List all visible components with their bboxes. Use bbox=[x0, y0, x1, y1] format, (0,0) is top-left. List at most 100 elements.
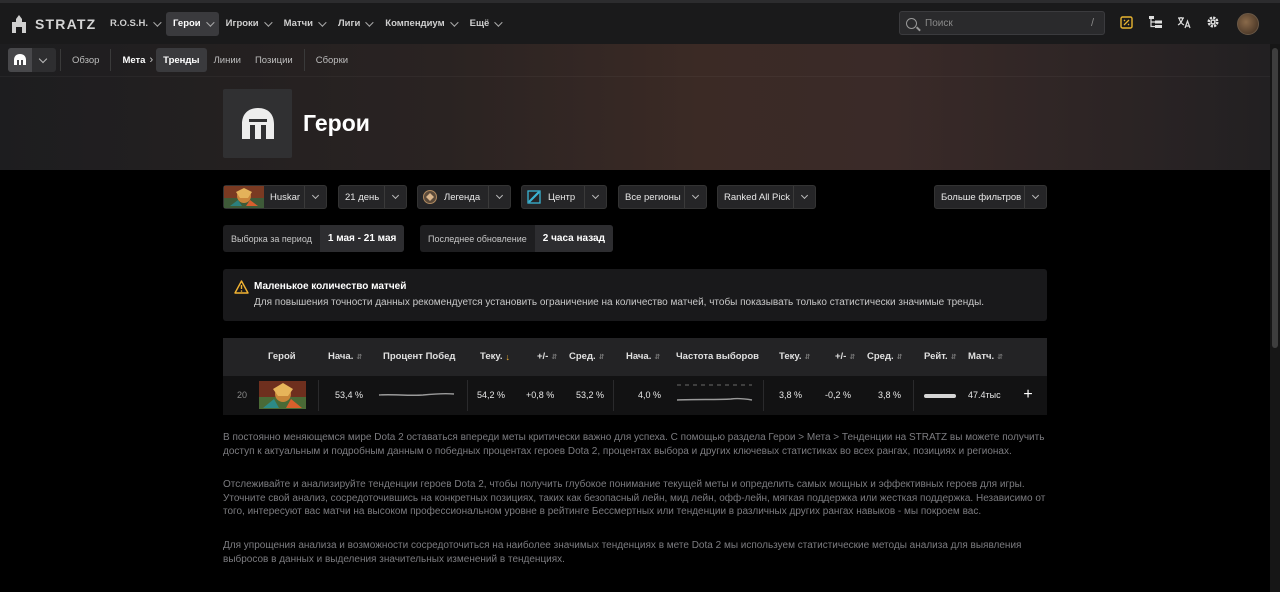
hero-switcher[interactable] bbox=[8, 48, 56, 72]
dota-plus-icon[interactable] bbox=[1118, 14, 1134, 30]
nav-item-more[interactable]: Ещё bbox=[463, 12, 508, 36]
col-delta-win[interactable]: +/- ⇵ bbox=[537, 351, 557, 362]
region-filter-label: Все регионы bbox=[625, 191, 681, 203]
col-avg-pick[interactable]: Сред. ⇵ bbox=[867, 351, 903, 362]
col-label: Сред. bbox=[569, 351, 596, 362]
table-header: Герой Нача. ⇵ Процент Побед Теку. ↓ +/- ⇵ С… bbox=[223, 338, 1047, 376]
chevron-down-icon bbox=[684, 186, 706, 208]
tab-builds[interactable]: Сборки bbox=[309, 48, 355, 72]
chevron-down-icon bbox=[449, 17, 459, 27]
sub-nav: Обзор Мета › Тренды Линии Позиции Сборки bbox=[0, 44, 1270, 77]
plus-icon[interactable]: + bbox=[1018, 385, 1038, 405]
col-label: Сред. bbox=[867, 351, 894, 362]
nav-item-leagues[interactable]: Лиги bbox=[331, 12, 378, 36]
rating-bar bbox=[924, 394, 956, 398]
hero-filter-label: Huskar bbox=[270, 191, 301, 203]
search-box[interactable]: / bbox=[899, 11, 1105, 35]
rank-filter[interactable]: Легенда bbox=[417, 185, 511, 209]
divider bbox=[913, 380, 914, 411]
tab-lanes[interactable]: Линии bbox=[207, 48, 248, 72]
low-matches-warning: Маленькое количество матчей Для повышени… bbox=[223, 269, 1047, 321]
col-current-win[interactable]: Теку. ↓ bbox=[480, 351, 510, 362]
nav-item-compendium[interactable]: Компендиум bbox=[378, 12, 462, 36]
chevron-down-icon bbox=[793, 186, 815, 208]
hierarchy-icon[interactable] bbox=[1147, 14, 1163, 30]
hero-filter[interactable]: Huskar bbox=[223, 185, 327, 209]
avatar[interactable] bbox=[1237, 13, 1259, 35]
tab-trends[interactable]: Тренды bbox=[156, 48, 207, 72]
chevron-down-icon bbox=[584, 186, 606, 208]
cell-delta-win: +0,8 % bbox=[526, 390, 555, 400]
col-label: Матч. bbox=[968, 351, 995, 362]
page-header: Герои bbox=[223, 89, 370, 158]
stratz-logo[interactable]: STRATZ bbox=[10, 14, 98, 34]
col-label: Герой bbox=[268, 351, 296, 362]
nav-item-label: Игроки bbox=[225, 18, 259, 29]
cell-matches: 47.4тыс bbox=[968, 390, 1001, 400]
chevron-down-icon bbox=[1024, 186, 1046, 208]
rank-filter-label: Легенда bbox=[444, 191, 481, 203]
more-filters-button[interactable]: Больше фильтров bbox=[934, 185, 1047, 209]
divider bbox=[467, 380, 468, 411]
chevron-right-icon: › bbox=[149, 54, 154, 66]
col-matches[interactable]: Матч. ⇵ bbox=[968, 351, 1003, 362]
sort-icon: ⇵ bbox=[804, 353, 811, 361]
tab-meta[interactable]: Мета bbox=[115, 48, 152, 72]
huskar-portrait-icon bbox=[224, 186, 264, 208]
position-filter[interactable]: Центр bbox=[521, 185, 607, 209]
chevron-down-icon bbox=[38, 54, 48, 63]
col-pick-group: Частота выборов bbox=[676, 351, 759, 362]
period-label: Выборка за период bbox=[231, 233, 312, 244]
days-filter[interactable]: 21 день bbox=[338, 185, 407, 209]
row-rank: 20 bbox=[237, 390, 248, 400]
nav-item-players[interactable]: Игроки bbox=[219, 12, 277, 36]
search-input[interactable] bbox=[925, 17, 1075, 29]
gear-icon[interactable] bbox=[1205, 14, 1221, 30]
col-start-pick[interactable]: Нача. ⇵ bbox=[626, 351, 660, 362]
description-paragraph-2: Отслеживайте и анализируйте тенденции ге… bbox=[223, 479, 1046, 518]
chevron-down-icon bbox=[384, 186, 406, 208]
position-filter-label: Центр bbox=[548, 191, 576, 203]
cell-start-win: 53,4 % bbox=[335, 390, 364, 400]
tab-positions[interactable]: Позиции bbox=[248, 48, 300, 72]
game-mode-filter[interactable]: Ranked All Pick bbox=[717, 185, 816, 209]
nav-item-label: Матчи bbox=[283, 18, 313, 29]
sort-icon: ⇵ bbox=[849, 353, 856, 361]
logo-text: STRATZ bbox=[35, 15, 97, 32]
col-label: +/- bbox=[537, 351, 549, 362]
pick-rate-sparkline bbox=[676, 384, 753, 401]
translate-icon[interactable] bbox=[1176, 14, 1192, 30]
col-hero[interactable]: Герой bbox=[268, 351, 296, 362]
helmet-icon bbox=[8, 48, 32, 72]
col-current-pick[interactable]: Теку. ⇵ bbox=[779, 351, 810, 362]
col-rating[interactable]: Рейт. ⇵ bbox=[924, 351, 957, 362]
warning-title: Маленькое количество матчей bbox=[254, 281, 407, 292]
nav-item-rosh[interactable]: R.O.S.H. bbox=[103, 12, 166, 36]
nav-item-matches[interactable]: Матчи bbox=[277, 12, 331, 36]
search-icon bbox=[906, 17, 917, 29]
last-update-label: Последнее обновление bbox=[428, 233, 527, 244]
col-label: Теку. bbox=[480, 351, 503, 362]
col-delta-pick[interactable]: +/- ⇵ bbox=[835, 351, 855, 362]
col-label: Нача. bbox=[626, 351, 652, 362]
nav-item-label: Ещё bbox=[469, 18, 490, 29]
period-info: Выборка за период 1 мая - 21 мая bbox=[223, 225, 405, 252]
region-filter[interactable]: Все регионы bbox=[618, 185, 707, 209]
table-row[interactable]: 20 53,4 % 54,2 % +0,8 % 53,2 % 4,0 % 3,8… bbox=[223, 376, 1047, 415]
huskar-portrait-icon[interactable] bbox=[259, 381, 306, 409]
mid-lane-icon bbox=[527, 190, 541, 204]
tab-overview[interactable]: Обзор bbox=[65, 48, 106, 72]
col-label: Рейт. bbox=[924, 351, 948, 362]
nav-item-heroes[interactable]: Герои bbox=[166, 11, 219, 36]
chevron-down-icon bbox=[205, 17, 215, 27]
col-win-group: Процент Побед bbox=[383, 351, 455, 362]
cell-avg-pick: 3,8 % bbox=[878, 390, 902, 400]
scrollbar[interactable] bbox=[1270, 44, 1280, 592]
divider bbox=[303, 49, 305, 71]
col-start-win[interactable]: Нача. ⇵ bbox=[328, 351, 362, 362]
divider bbox=[110, 49, 112, 71]
nav-item-label: Компендиум bbox=[385, 18, 445, 29]
col-avg-win[interactable]: Сред. ⇵ bbox=[569, 351, 605, 362]
scrollbar-thumb[interactable] bbox=[1272, 48, 1278, 348]
cell-avg-win: 53,2 % bbox=[576, 390, 605, 400]
